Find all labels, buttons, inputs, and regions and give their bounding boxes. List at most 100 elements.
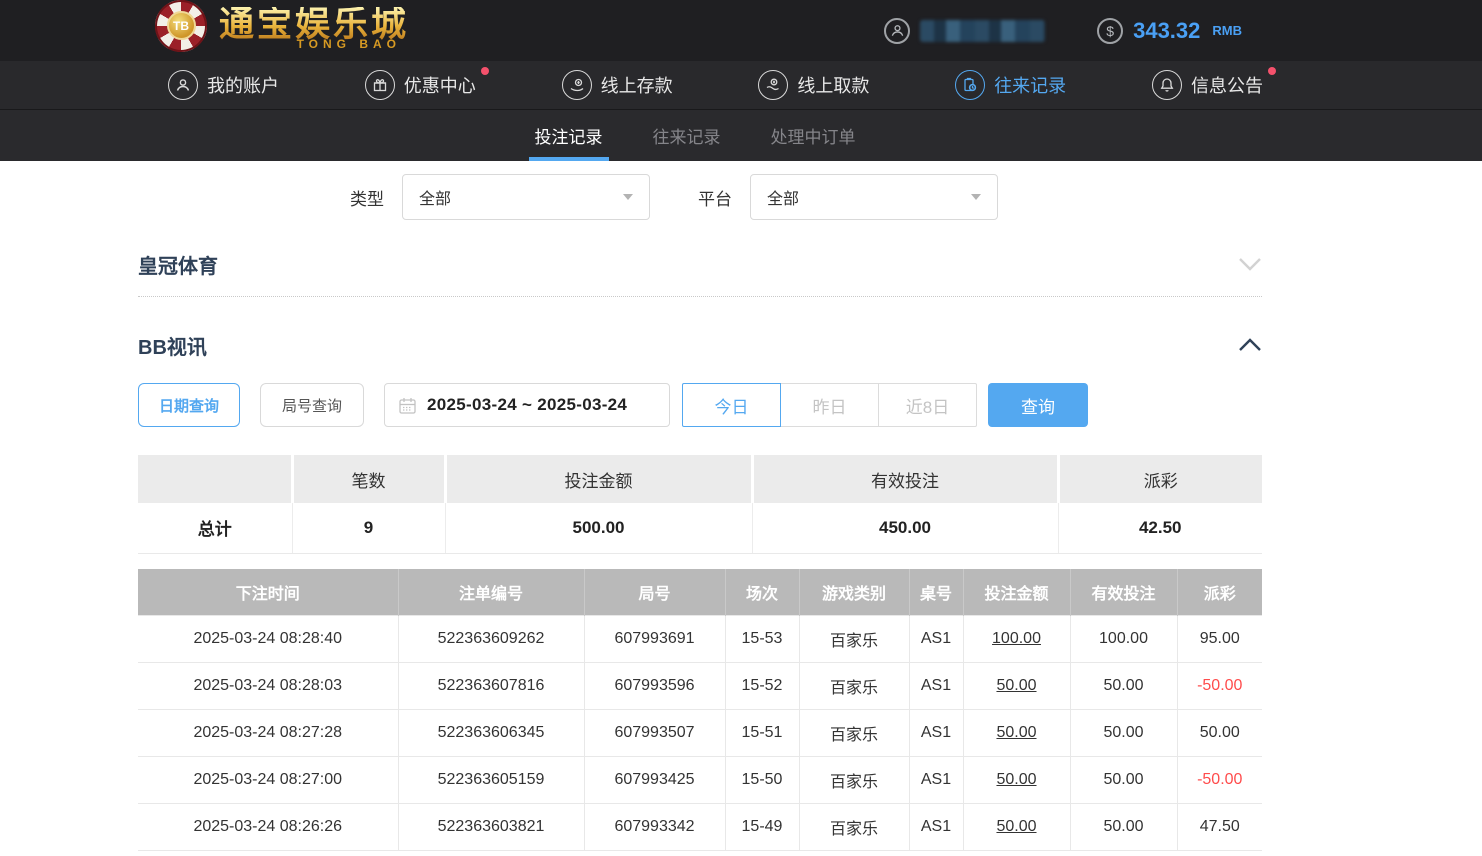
valid-bet: 100.00 [1070,616,1177,663]
user-avatar-icon [884,18,910,44]
gift-icon [365,70,395,100]
summary-total-label: 总计 [138,503,292,553]
section-bb-live: BB视讯 [138,325,1262,365]
col-bet-time: 下注时间 [138,569,398,616]
section-divider [138,296,1262,297]
session: 15-51 [725,710,799,757]
table-no: AS1 [909,757,963,804]
summary-header-bet-amount: 投注金额 [445,455,752,503]
summary-payout: 42.50 [1058,503,1262,553]
payout: 47.50 [1177,804,1262,851]
col-round-id: 局号 [584,569,725,616]
chip-label: TB [167,11,196,40]
payout: 50.00 [1177,710,1262,757]
payout: -50.00 [1177,757,1262,804]
round-id: 607993507 [584,710,725,757]
order-id: 522363603821 [398,804,584,851]
valid-bet: 50.00 [1070,804,1177,851]
order-id: 522363609262 [398,616,584,663]
section-crown-sports: 皇冠体育 [138,244,1262,284]
table-no: AS1 [909,804,963,851]
col-valid-bet: 有效投注 [1070,569,1177,616]
nav-item-online-withdrawal[interactable]: 线上取款 [758,70,869,100]
col-bet-amount: 投注金额 [963,569,1070,616]
nav-item-online-deposit[interactable]: 线上存款 [562,70,673,100]
tab-pending-orders[interactable]: 处理中订单 [767,110,860,161]
game-type: 百家乐 [799,757,909,804]
table-no: AS1 [909,710,963,757]
chevron-down-icon[interactable] [1238,257,1262,271]
col-order-id: 注单编号 [398,569,584,616]
bet-time: 2025-03-24 08:27:28 [138,710,398,757]
type-filter-label: 类型 [350,185,384,210]
platform-select[interactable]: 全部 [750,174,998,220]
site-logo[interactable]: TB 通宝娱乐城 TONG BAO [155,6,409,52]
nav-item-transaction-records[interactable]: 往来记录 [955,70,1066,100]
round-id: 607993425 [584,757,725,804]
table-row: 2025-03-24 08:26:26 522363603821 6079933… [138,804,1262,851]
round-id: 607993691 [584,616,725,663]
balance-amount: 343.32 [1133,18,1200,44]
nav-item-promotions[interactable]: 优惠中心 [365,70,476,100]
chevron-up-icon[interactable] [1238,338,1262,352]
type-select[interactable]: 全部 [402,174,650,220]
tab-transaction-records[interactable]: 往来记录 [649,110,725,161]
bet-time: 2025-03-24 08:27:00 [138,757,398,804]
summary-total-row: 总计 9 500.00 450.00 42.50 [138,503,1262,553]
record-tabs-bar: 投注记录 往来记录 处理中订单 [0,110,1482,161]
order-id: 522363607816 [398,663,584,710]
nav-label: 线上取款 [797,72,869,98]
table-row: 2025-03-24 08:27:28 522363606345 6079935… [138,710,1262,757]
order-id: 522363605159 [398,757,584,804]
col-game-type: 游戏类别 [799,569,909,616]
main-content: 类型 全部 平台 全部 皇冠体育 BB视讯 日期查询 局号查询 [0,174,1262,851]
session: 15-52 [725,663,799,710]
records-icon [955,70,985,100]
platform-filter-label: 平台 [698,185,732,210]
nav-label: 信息公告 [1191,72,1263,98]
bet-records-table: 下注时间 注单编号 局号 场次 游戏类别 桌号 投注金额 有效投注 派彩 202… [138,569,1262,852]
main-navigation: 我的账户 优惠中心 线上存款 [0,61,1482,110]
tab-bet-records[interactable]: 投注记录 [531,110,607,161]
date-range-input[interactable]: 2025-03-24 ~ 2025-03-24 [384,383,670,427]
payout: 95.00 [1177,616,1262,663]
user-account[interactable] [884,18,1045,44]
payout: -50.00 [1177,663,1262,710]
round-id: 607993596 [584,663,725,710]
date-query-button[interactable]: 日期查询 [138,383,240,427]
col-table-no: 桌号 [909,569,963,616]
nav-item-my-account[interactable]: 我的账户 [168,70,279,100]
bet-time: 2025-03-24 08:28:40 [138,616,398,663]
bet-amount-link[interactable]: 50.00 [963,663,1070,710]
today-button[interactable]: 今日 [682,383,781,427]
table-no: AS1 [909,616,963,663]
table-row: 2025-03-24 08:28:03 522363607816 6079935… [138,663,1262,710]
bet-amount-link[interactable]: 100.00 [963,616,1070,663]
bell-icon [1152,70,1182,100]
balance-display[interactable]: $ 343.32 RMB [1097,18,1242,44]
section-title: BB视讯 [138,331,207,360]
bet-table-header-row: 下注时间 注单编号 局号 场次 游戏类别 桌号 投注金额 有效投注 派彩 [138,569,1262,616]
nav-item-announcements[interactable]: 信息公告 [1152,70,1263,100]
valid-bet: 50.00 [1070,710,1177,757]
summary-count: 9 [292,503,445,553]
withdraw-icon [758,70,788,100]
col-session: 场次 [725,569,799,616]
notification-dot [1268,67,1276,75]
quick-date-group: 今日 昨日 近8日 [682,383,977,427]
filter-row: 类型 全部 平台 全部 [138,174,1262,220]
yesterday-button[interactable]: 昨日 [780,383,879,427]
session: 15-49 [725,804,799,851]
round-query-button[interactable]: 局号查询 [260,383,364,427]
bet-amount-link[interactable]: 50.00 [963,710,1070,757]
bet-amount-link[interactable]: 50.00 [963,757,1070,804]
round-id: 607993342 [584,804,725,851]
bet-amount-link[interactable]: 50.00 [963,804,1070,851]
top-header-bar: TB 通宝娱乐城 TONG BAO $ 343.32 RMB [0,0,1482,61]
order-id: 522363606345 [398,710,584,757]
summary-header-payout: 派彩 [1058,455,1262,503]
search-button[interactable]: 查询 [988,383,1088,427]
summary-bet-amount: 500.00 [445,503,752,553]
nav-label: 优惠中心 [404,72,476,98]
last-8-days-button[interactable]: 近8日 [878,383,977,427]
